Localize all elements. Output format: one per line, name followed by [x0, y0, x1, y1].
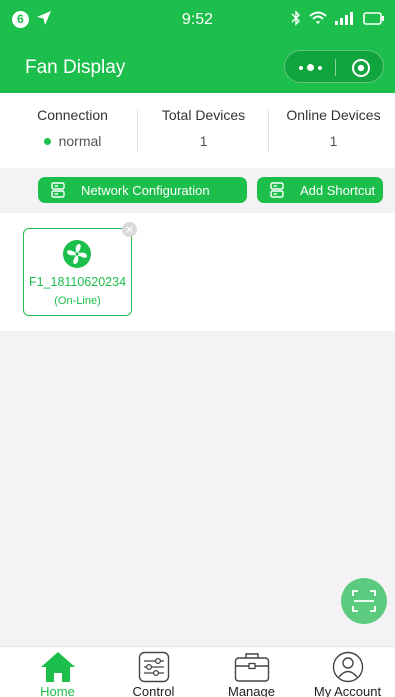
device-status: (On-Line) [54, 295, 101, 307]
stat-total-devices: Total Devices 1 [138, 93, 269, 168]
tab-manage[interactable]: Manage [202, 647, 301, 697]
network-configuration-button[interactable]: Network Configuration [38, 177, 247, 203]
server-icon [270, 182, 284, 198]
button-label: Add Shortcut [300, 183, 376, 198]
signal-icon [335, 12, 353, 25]
device-grid: F1_18110620234 (On-Line) [0, 213, 395, 331]
device-stats-panel: Connection normal Total Devices 1 Online… [0, 93, 395, 168]
page-title: Fan Display [25, 57, 126, 78]
stat-online-devices: Online Devices 1 [268, 93, 395, 168]
battery-icon [363, 11, 384, 25]
dot-icon [306, 64, 314, 71]
stat-label: Online Devices [286, 107, 381, 123]
tab-control[interactable]: Control [104, 647, 203, 697]
dot-icon [298, 65, 303, 70]
bottom-tab-bar: Home Control Manage My Account [0, 646, 395, 697]
more-button[interactable] [285, 51, 335, 84]
user-icon [332, 651, 363, 683]
close-miniprogram-button[interactable] [336, 51, 385, 84]
fan-icon [63, 240, 91, 268]
remove-device-button[interactable] [122, 222, 137, 237]
tab-my-account[interactable]: My Account [298, 647, 395, 697]
briefcase-icon [234, 653, 269, 682]
stat-label: Connection [37, 107, 108, 123]
close-icon [126, 226, 133, 233]
scan-button[interactable] [341, 578, 387, 624]
home-icon [40, 652, 75, 682]
tab-label: Manage [228, 684, 275, 697]
wifi-icon [309, 11, 327, 24]
server-icon [51, 182, 65, 198]
title-bar: Fan Display [0, 40, 395, 93]
status-dot-icon [43, 137, 51, 145]
bluetooth-icon [291, 10, 300, 26]
stat-value: normal [7, 133, 138, 149]
tab-label: Control [132, 684, 175, 697]
status-bar: 6 9:52 [0, 0, 395, 40]
tab-label: Home [40, 684, 75, 697]
target-circle-icon [351, 58, 370, 77]
stat-value: 1 [329, 133, 338, 149]
stat-connection: Connection normal [7, 93, 138, 168]
add-shortcut-button[interactable]: Add Shortcut [257, 177, 383, 203]
device-name: F1_18110620234 [28, 275, 127, 289]
stat-label: Total Devices [161, 107, 246, 123]
dot-icon [317, 65, 322, 70]
button-label: Network Configuration [81, 183, 210, 198]
action-bar: Network Configuration Add Shortcut [0, 168, 395, 213]
stat-value: 1 [199, 133, 208, 149]
miniprogram-capsule [284, 50, 384, 83]
scan-icon [352, 590, 376, 612]
sliders-icon [138, 651, 169, 683]
tab-label: My Account [313, 684, 382, 697]
connection-status: normal [58, 133, 102, 149]
tab-home[interactable]: Home [8, 647, 107, 697]
device-card[interactable]: F1_18110620234 (On-Line) [23, 228, 132, 316]
